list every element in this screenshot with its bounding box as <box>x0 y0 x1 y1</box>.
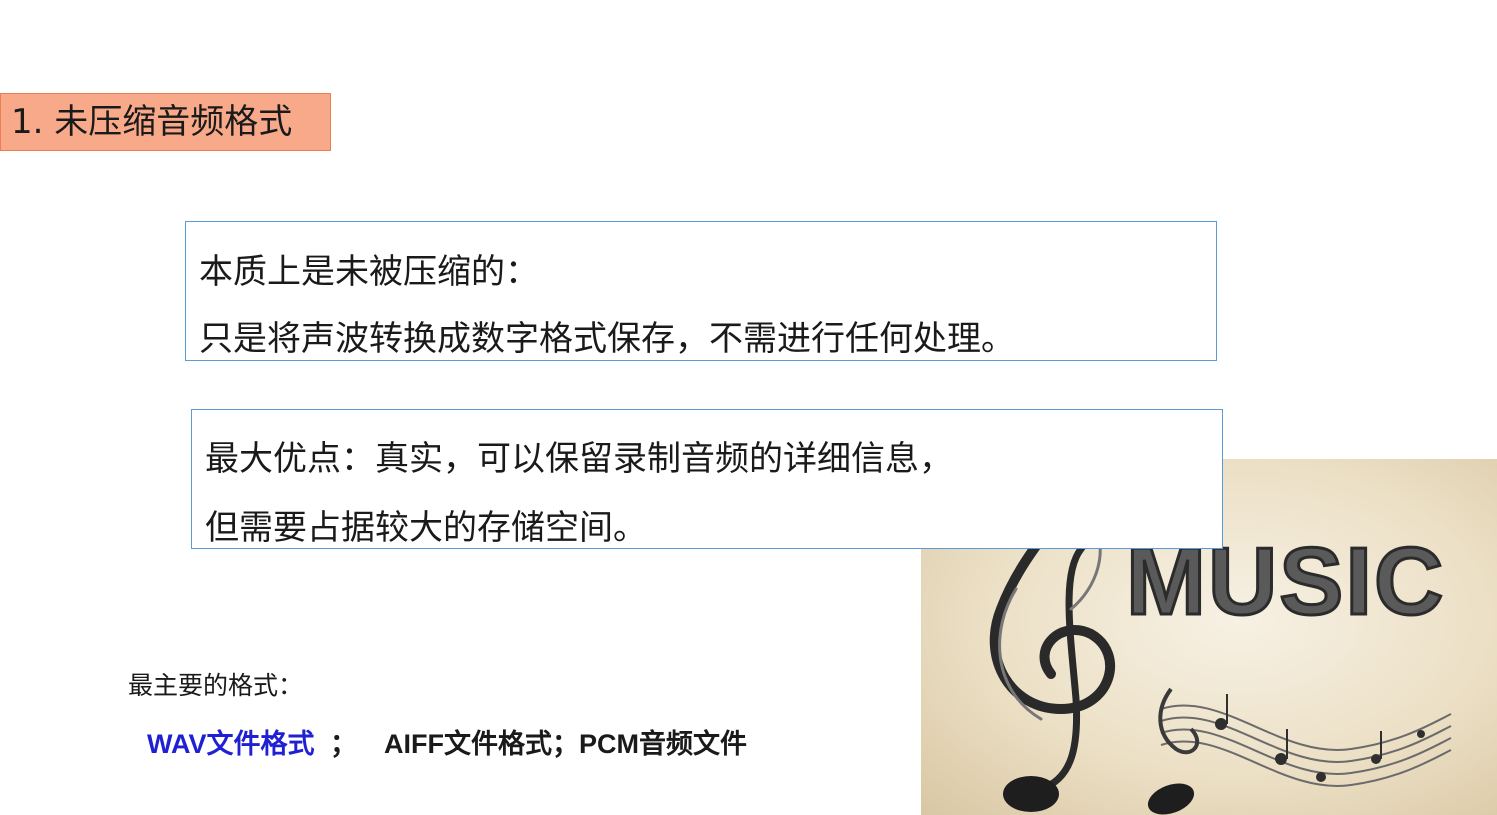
section-title: 1. 未压缩音频格式 <box>0 93 331 151</box>
definition-line-2: 只是将声波转换成数字格式保存，不需进行任何处理。 <box>199 319 1015 359</box>
format-separator: ； <box>330 729 357 759</box>
advantage-line-1: 最大优点：真实，可以保留录制音频的详细信息， <box>205 439 953 479</box>
advantage-box: 最大优点：真实，可以保留录制音频的详细信息， 但需要占据较大的存储空间。 <box>191 409 1223 549</box>
advantage-line-2: 但需要占据较大的存储空间。 <box>205 508 647 548</box>
format-wav: WAV文件格式 <box>147 729 315 759</box>
format-aiff-pcm: AIFF文件格式；PCM音频文件 <box>384 729 747 759</box>
definition-line-1: 本质上是未被压缩的： <box>199 252 539 292</box>
formats-label: 最主要的格式： <box>128 671 304 700</box>
definition-box: 本质上是未被压缩的： 只是将声波转换成数字格式保存，不需进行任何处理。 <box>185 221 1217 361</box>
